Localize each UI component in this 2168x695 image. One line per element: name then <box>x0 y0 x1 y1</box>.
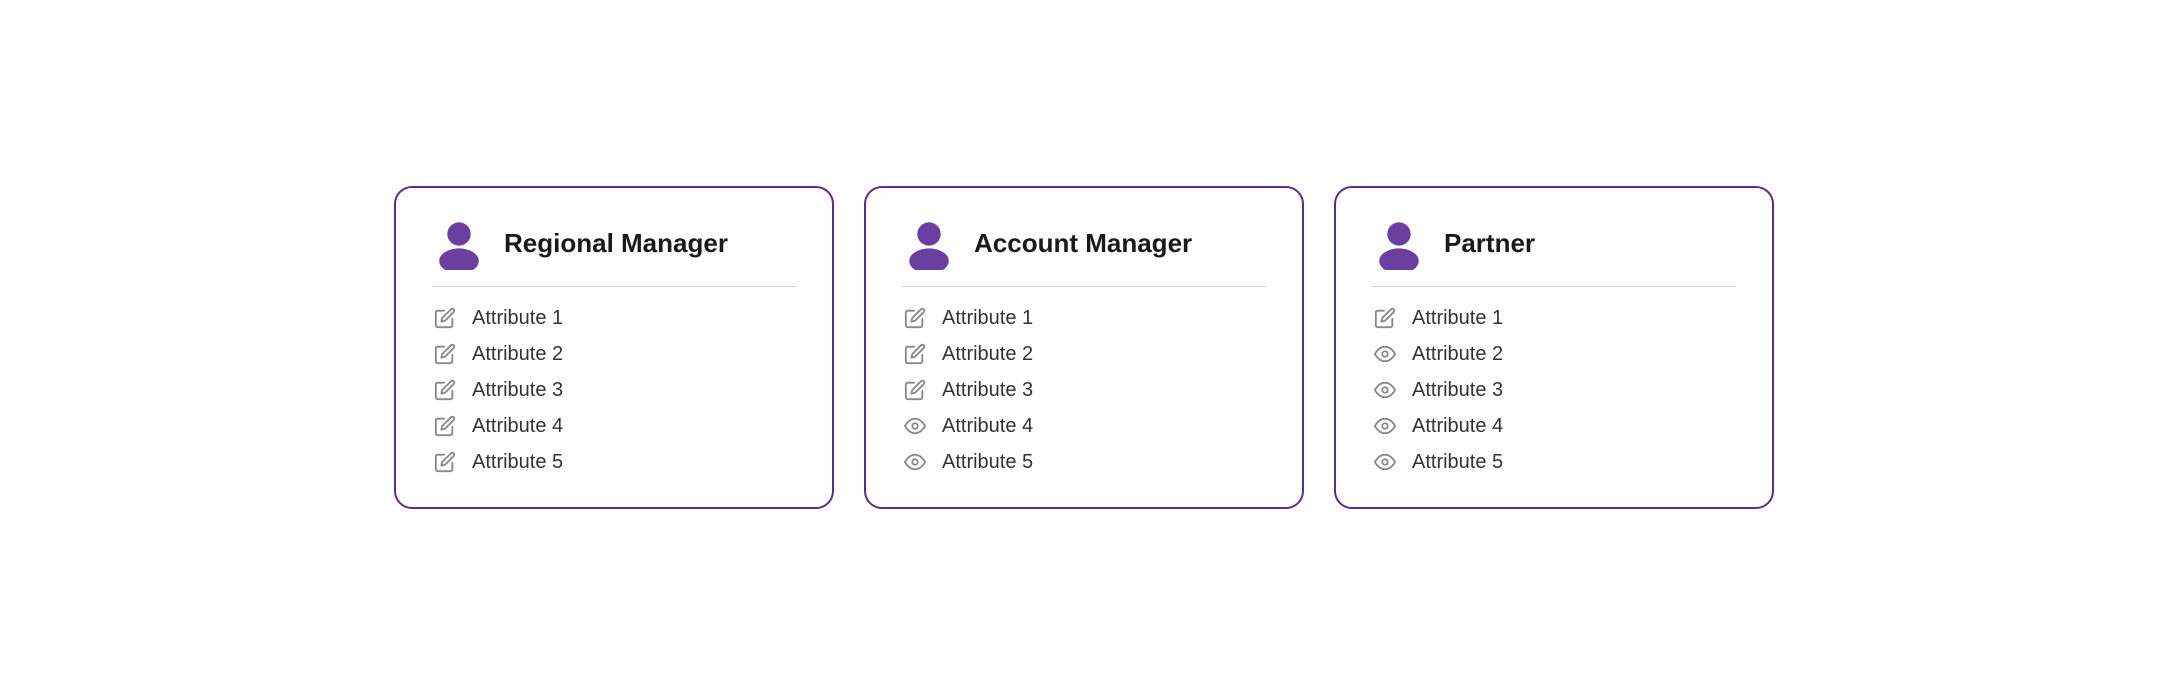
eye-icon <box>1372 413 1398 439</box>
user-icon <box>902 216 956 270</box>
attribute-label: Attribute 4 <box>472 415 563 438</box>
card-title: Partner <box>1444 228 1535 259</box>
eye-icon <box>902 413 928 439</box>
list-item: Attribute 3 <box>1372 377 1736 403</box>
edit-icon <box>1372 305 1398 331</box>
card-header-account-manager: Account Manager <box>902 216 1266 270</box>
attribute-list: Attribute 1 Attribute 2 Attribute 3 Attr… <box>432 305 796 475</box>
attribute-label: Attribute 2 <box>942 343 1033 366</box>
attribute-label: Attribute 3 <box>1412 379 1503 402</box>
attribute-label: Attribute 1 <box>942 307 1033 330</box>
list-item: Attribute 5 <box>902 449 1266 475</box>
list-item: Attribute 2 <box>432 341 796 367</box>
divider <box>432 286 796 287</box>
edit-icon <box>902 377 928 403</box>
list-item: Attribute 3 <box>432 377 796 403</box>
edit-icon <box>432 413 458 439</box>
attribute-list: Attribute 1 Attribute 2 Attribute 3 Attr… <box>902 305 1266 475</box>
edit-icon <box>432 377 458 403</box>
attribute-label: Attribute 5 <box>472 451 563 474</box>
cards-container: Regional Manager Attribute 1 Attribute 2… <box>394 186 1774 509</box>
list-item: Attribute 2 <box>1372 341 1736 367</box>
edit-icon <box>902 305 928 331</box>
list-item: Attribute 3 <box>902 377 1266 403</box>
eye-icon <box>902 449 928 475</box>
edit-icon <box>432 305 458 331</box>
user-icon <box>1372 216 1426 270</box>
list-item: Attribute 1 <box>1372 305 1736 331</box>
edit-icon <box>432 449 458 475</box>
list-item: Attribute 4 <box>432 413 796 439</box>
attribute-label: Attribute 2 <box>472 343 563 366</box>
edit-icon <box>902 341 928 367</box>
list-item: Attribute 4 <box>1372 413 1736 439</box>
eye-icon <box>1372 449 1398 475</box>
eye-icon <box>1372 341 1398 367</box>
attribute-label: Attribute 2 <box>1412 343 1503 366</box>
list-item: Attribute 2 <box>902 341 1266 367</box>
attribute-label: Attribute 5 <box>942 451 1033 474</box>
divider <box>1372 286 1736 287</box>
attribute-label: Attribute 1 <box>472 307 563 330</box>
list-item: Attribute 1 <box>432 305 796 331</box>
list-item: Attribute 1 <box>902 305 1266 331</box>
attribute-label: Attribute 5 <box>1412 451 1503 474</box>
list-item: Attribute 4 <box>902 413 1266 439</box>
attribute-label: Attribute 3 <box>942 379 1033 402</box>
attribute-label: Attribute 3 <box>472 379 563 402</box>
card-header-partner: Partner <box>1372 216 1736 270</box>
attribute-label: Attribute 4 <box>1412 415 1503 438</box>
user-icon <box>432 216 486 270</box>
card-regional-manager: Regional Manager Attribute 1 Attribute 2… <box>394 186 834 509</box>
attribute-label: Attribute 1 <box>1412 307 1503 330</box>
list-item: Attribute 5 <box>1372 449 1736 475</box>
attribute-list: Attribute 1 Attribute 2 Attribute 3 Attr… <box>1372 305 1736 475</box>
attribute-label: Attribute 4 <box>942 415 1033 438</box>
card-title: Account Manager <box>974 228 1192 259</box>
edit-icon <box>432 341 458 367</box>
card-partner: Partner Attribute 1 Attribute 2 Attribut… <box>1334 186 1774 509</box>
card-account-manager: Account Manager Attribute 1 Attribute 2 … <box>864 186 1304 509</box>
list-item: Attribute 5 <box>432 449 796 475</box>
eye-icon <box>1372 377 1398 403</box>
divider <box>902 286 1266 287</box>
card-header-regional-manager: Regional Manager <box>432 216 796 270</box>
card-title: Regional Manager <box>504 228 728 259</box>
